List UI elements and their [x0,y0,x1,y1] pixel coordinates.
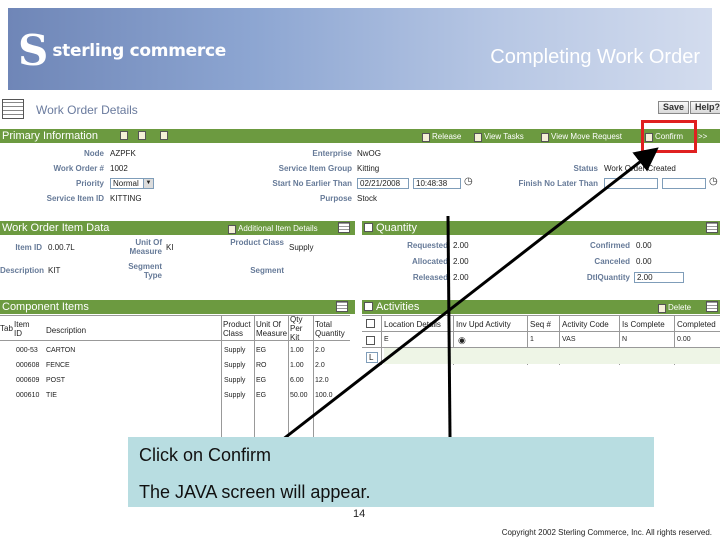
instruction-callout: Click on Confirm The JAVA screen will ap… [128,437,654,507]
callout-line-1: Click on Confirm [139,445,272,465]
page-number: 14 [353,508,366,520]
arrow-to-confirm [281,147,659,442]
arrow-to-activities [446,215,452,438]
callout-line-2: The JAVA screen will appear. [139,482,371,502]
copyright-notice: Copyright 2002 Sterling Commerce, Inc. A… [501,528,712,537]
